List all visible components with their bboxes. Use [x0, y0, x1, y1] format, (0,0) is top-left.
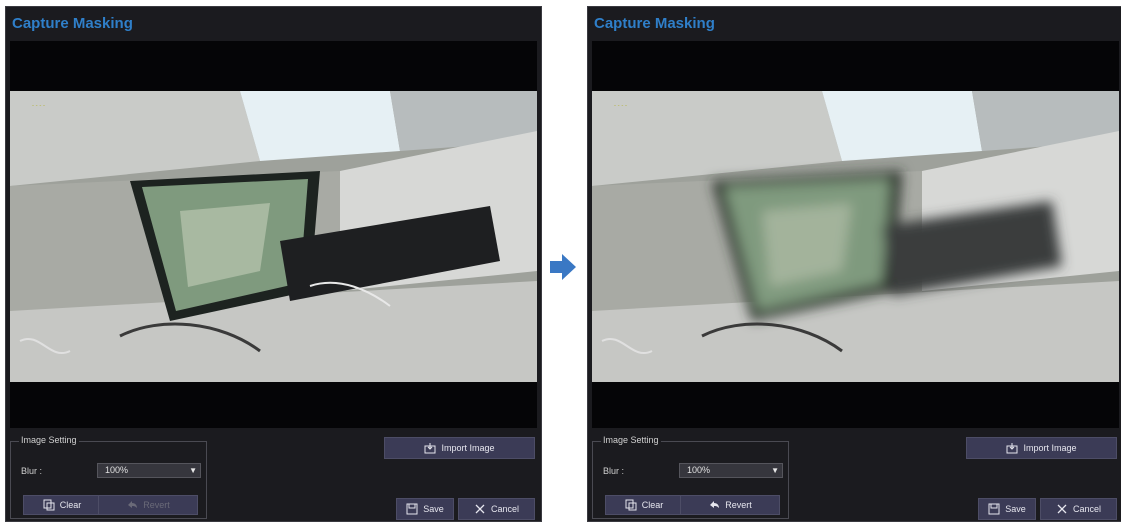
revert-button-label: Revert — [725, 500, 752, 510]
save-button[interactable]: Save — [396, 498, 454, 520]
arrow-right-icon — [550, 254, 576, 280]
blur-label: Blur : — [21, 466, 43, 476]
panel-title: Capture Masking — [12, 15, 133, 32]
chevron-down-icon[interactable]: ▼ — [771, 464, 779, 477]
import-image-button[interactable]: Import Image — [384, 437, 535, 459]
save-button[interactable]: Save — [978, 498, 1036, 520]
svg-text:- - - -: - - - - — [32, 103, 45, 109]
save-button-label: Save — [1005, 504, 1026, 514]
copy-icon — [625, 499, 637, 511]
blur-select[interactable]: 100% ▼ — [679, 463, 783, 478]
blur-value: 100% — [105, 465, 129, 475]
image-viewer[interactable]: - - - - — [592, 41, 1119, 428]
clear-button[interactable]: Clear — [23, 495, 101, 515]
capture-masking-panel-before: Capture Masking - - - - Image Setting Bl… — [5, 6, 542, 522]
clear-button-label: Clear — [641, 500, 664, 510]
image-viewer[interactable]: - - - - — [10, 41, 537, 428]
cancel-button-label: Cancel — [1072, 504, 1101, 514]
save-icon — [406, 503, 418, 515]
revert-button-label: Revert — [143, 500, 170, 510]
cancel-button[interactable]: Cancel — [1040, 498, 1117, 520]
clear-button-label: Clear — [59, 500, 82, 510]
image-setting-group: Image Setting Blur : 100% ▼ Clear Revert — [10, 435, 207, 519]
capture-masking-panel-after: Capture Masking - - - - Image Setting Bl… — [587, 6, 1121, 522]
blur-value: 100% — [687, 465, 711, 475]
import-image-button[interactable]: Import Image — [966, 437, 1117, 459]
save-button-label: Save — [423, 504, 444, 514]
image-setting-legend: Image Setting — [601, 435, 661, 445]
close-icon — [475, 504, 485, 514]
cancel-button-label: Cancel — [490, 504, 519, 514]
revert-icon — [710, 501, 720, 508]
close-icon — [1057, 504, 1067, 514]
cancel-button[interactable]: Cancel — [458, 498, 535, 520]
import-icon — [424, 443, 436, 454]
import-image-label: Import Image — [441, 443, 495, 453]
revert-button[interactable]: Revert — [98, 495, 198, 515]
import-image-label: Import Image — [1023, 443, 1077, 453]
chevron-down-icon[interactable]: ▼ — [189, 464, 197, 477]
revert-button[interactable]: Revert — [680, 495, 780, 515]
svg-text:- - - -: - - - - — [614, 103, 627, 109]
save-icon — [988, 503, 1000, 515]
blur-select[interactable]: 100% ▼ — [97, 463, 201, 478]
image-setting-legend: Image Setting — [19, 435, 79, 445]
camera-image[interactable]: - - - - — [592, 91, 1119, 382]
panel-title: Capture Masking — [594, 15, 715, 32]
revert-icon — [128, 501, 138, 508]
camera-image[interactable]: - - - - — [10, 91, 537, 382]
blur-label: Blur : — [603, 466, 625, 476]
import-icon — [1006, 443, 1018, 454]
copy-icon — [43, 499, 55, 511]
clear-button[interactable]: Clear — [605, 495, 683, 515]
image-setting-group: Image Setting Blur : 100% ▼ Clear Revert — [592, 435, 789, 519]
